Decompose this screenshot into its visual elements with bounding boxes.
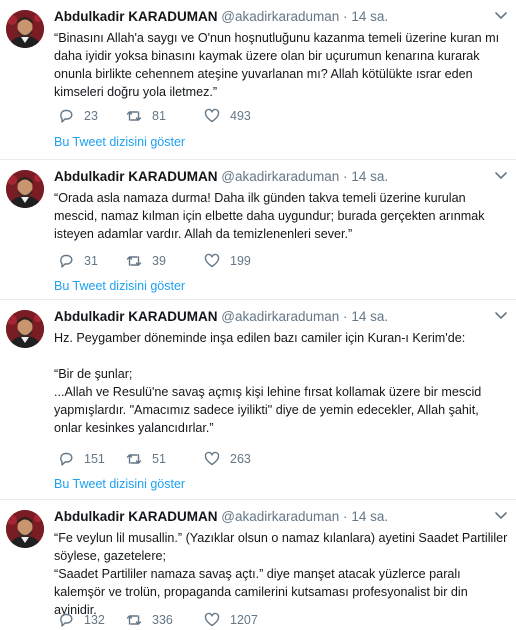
show-thread-link[interactable]: Bu Tweet dizisini göster [54, 477, 185, 491]
like-button[interactable]: 1207 [204, 612, 258, 628]
reply-count: 151 [84, 452, 105, 466]
retweet-button[interactable]: 51 [126, 451, 166, 467]
retweet-count: 81 [152, 109, 166, 123]
tweet-timestamp[interactable]: 14 sa. [351, 169, 388, 184]
retweet-button[interactable]: 81 [126, 108, 166, 124]
retweet-count: 51 [152, 452, 166, 466]
tweet[interactable]: Abdulkadir KARADUMAN @akadirkaraduman · … [0, 300, 516, 500]
heart-icon [204, 612, 220, 627]
tweet-timestamp[interactable]: 14 sa. [351, 309, 388, 324]
like-count: 1207 [230, 613, 258, 627]
retweet-icon [126, 454, 142, 464]
chevron-down-icon[interactable] [494, 10, 508, 22]
author-handle[interactable]: @akadirkaraduman [221, 169, 339, 184]
separator-dot: · [343, 9, 348, 24]
separator-dot: · [343, 309, 348, 324]
like-button[interactable]: 263 [204, 451, 251, 467]
reply-count: 23 [84, 109, 98, 123]
tweet[interactable]: Abdulkadir KARADUMAN @akadirkaraduman · … [0, 0, 516, 160]
separator-dot: · [343, 509, 348, 524]
reply-count: 132 [84, 613, 105, 627]
author-name[interactable]: Abdulkadir KARADUMAN [54, 509, 218, 524]
reply-icon [60, 452, 73, 466]
chevron-down-icon[interactable] [494, 310, 508, 322]
author-name[interactable]: Abdulkadir KARADUMAN [54, 309, 218, 324]
show-thread-link[interactable]: Bu Tweet dizisini göster [54, 135, 185, 149]
avatar[interactable] [6, 510, 44, 548]
avatar[interactable] [6, 170, 44, 208]
retweet-icon [126, 256, 142, 266]
author-handle[interactable]: @akadirkaraduman [221, 9, 339, 24]
like-button[interactable]: 493 [204, 108, 251, 124]
heart-icon [204, 253, 220, 268]
tweet-timestamp[interactable]: 14 sa. [351, 509, 388, 524]
chevron-down-icon[interactable] [494, 170, 508, 182]
author-handle[interactable]: @akadirkaraduman [221, 509, 339, 524]
heart-icon [204, 108, 220, 123]
tweet-text: “Orada asla namaza durma! Daha ilk günde… [54, 191, 485, 241]
heart-icon [204, 451, 220, 466]
like-button[interactable]: 199 [204, 253, 251, 269]
tweet-text: “Binasını Allah'a saygı ve O'nun hoşnutl… [54, 31, 500, 99]
like-count: 493 [230, 109, 251, 123]
retweet-icon [126, 111, 142, 121]
reply-button[interactable]: 31 [58, 253, 98, 269]
like-count: 263 [230, 452, 251, 466]
tweet[interactable]: Abdulkadir KARADUMAN @akadirkaraduman · … [0, 160, 516, 300]
avatar[interactable] [6, 310, 44, 348]
reply-button[interactable]: 151 [58, 451, 105, 467]
author-handle[interactable]: @akadirkaraduman [221, 309, 339, 324]
chevron-down-icon[interactable] [494, 510, 508, 522]
retweet-icon [126, 615, 142, 625]
reply-icon [60, 613, 73, 627]
author-name[interactable]: Abdulkadir KARADUMAN [54, 169, 218, 184]
reply-icon [60, 254, 73, 268]
reply-button[interactable]: 132 [58, 612, 105, 628]
author-name[interactable]: Abdulkadir KARADUMAN [54, 9, 218, 24]
tweet[interactable]: Abdulkadir KARADUMAN @akadirkaraduman · … [0, 500, 516, 630]
retweet-count: 39 [152, 254, 166, 268]
reply-button[interactable]: 23 [58, 108, 98, 124]
reply-count: 31 [84, 254, 98, 268]
reply-icon [60, 109, 73, 123]
tweet-text: Hz. Peygamber döneminde inşa edilen bazı… [54, 331, 482, 435]
separator-dot: · [343, 169, 348, 184]
tweet-text: “Fe veylun lil musallin.” (Yazıklar olsu… [54, 531, 508, 617]
retweet-count: 336 [152, 613, 173, 627]
avatar[interactable] [6, 10, 44, 48]
show-thread-link[interactable]: Bu Tweet dizisini göster [54, 279, 185, 293]
tweet-timestamp[interactable]: 14 sa. [351, 9, 388, 24]
retweet-button[interactable]: 336 [126, 612, 173, 628]
retweet-button[interactable]: 39 [126, 253, 166, 269]
like-count: 199 [230, 254, 251, 268]
